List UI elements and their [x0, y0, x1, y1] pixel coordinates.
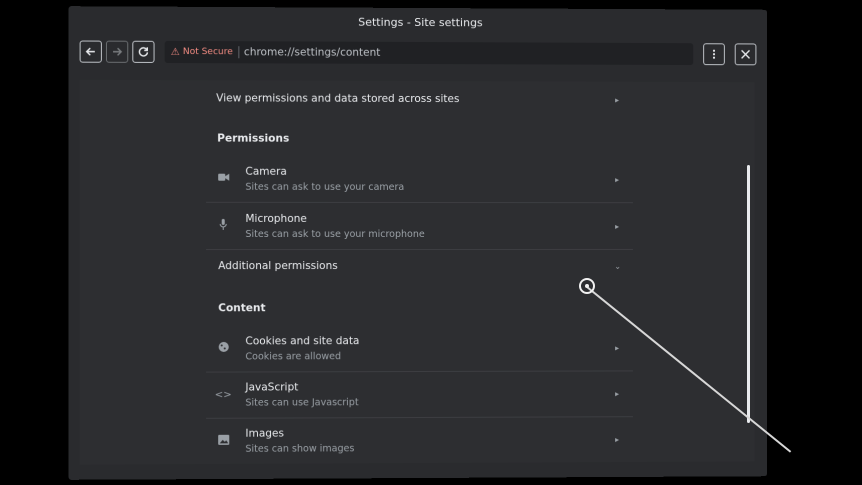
code-icon: <> [214, 389, 232, 400]
chevron-down-icon: ⌄ [614, 261, 621, 270]
image-icon [214, 434, 232, 447]
cookies-texts: Cookies and site data Cookies are allowe… [245, 335, 359, 362]
javascript-texts: JavaScript Sites can use Javascript [245, 381, 358, 408]
divider [206, 202, 633, 203]
microphone-title: Microphone [245, 212, 424, 224]
cookies-row[interactable]: Cookies and site data Cookies are allowe… [206, 328, 633, 369]
security-status[interactable]: Not Secure [183, 47, 233, 57]
javascript-row[interactable]: <> JavaScript Sites can use Javascript ▸ [206, 373, 633, 414]
microphone-texts: Microphone Sites can ask to use your mic… [245, 212, 424, 239]
divider [206, 370, 633, 372]
divider [206, 416, 633, 419]
divider [206, 249, 633, 250]
chevron-right-icon: ▸ [615, 222, 619, 231]
chevron-right-icon: ▸ [615, 389, 619, 398]
scrollbar[interactable] [747, 165, 750, 423]
url-text[interactable]: chrome://settings/content [244, 46, 380, 59]
cookies-subtitle: Cookies are allowed [245, 351, 359, 362]
window-title: Settings - Site settings [68, 6, 767, 39]
browser-toolbar: ⚠ Not Secure chrome://settings/content [68, 39, 767, 82]
back-button[interactable] [80, 41, 102, 63]
view-permissions-label: View permissions and data stored across … [216, 92, 459, 105]
camera-texts: Camera Sites can ask to use your camera [245, 165, 404, 192]
cookie-icon [214, 341, 232, 355]
camera-subtitle: Sites can ask to use your camera [245, 181, 404, 192]
images-subtitle: Sites can show images [245, 443, 354, 455]
arrow-right-icon [111, 46, 123, 58]
chevron-right-icon: ▸ [615, 343, 619, 352]
microphone-row[interactable]: Microphone Sites can ask to use your mic… [206, 206, 633, 246]
javascript-subtitle: Sites can use Javascript [245, 397, 358, 408]
browser-window: Settings - Site settings ⚠ Not Secure ch… [68, 6, 767, 480]
reload-button[interactable] [132, 41, 154, 63]
camera-row[interactable]: Camera Sites can ask to use your camera … [206, 159, 633, 200]
chevron-right-icon: ▸ [615, 95, 619, 104]
javascript-title: JavaScript [245, 381, 358, 393]
content-header: Content [218, 302, 265, 314]
microphone-subtitle: Sites can ask to use your microphone [245, 228, 424, 239]
divider [206, 462, 633, 465]
not-secure-icon: ⚠ [171, 46, 180, 57]
cookies-title: Cookies and site data [245, 335, 359, 347]
images-texts: Images Sites can show images [245, 427, 354, 455]
vr-pointer-cursor [579, 278, 595, 294]
microphone-icon [214, 219, 232, 233]
chevron-right-icon: ▸ [615, 435, 619, 444]
menu-button[interactable] [703, 43, 725, 65]
kebab-menu-icon [708, 48, 720, 60]
view-permissions-row[interactable]: View permissions and data stored across … [206, 87, 633, 110]
close-icon [740, 48, 752, 60]
omnibox-separator [238, 46, 239, 58]
forward-button[interactable] [106, 41, 128, 63]
additional-permissions-label: Additional permissions [218, 260, 338, 272]
permissions-header: Permissions [217, 133, 289, 145]
address-bar[interactable]: ⚠ Not Secure chrome://settings/content [165, 41, 694, 65]
camera-icon [214, 173, 232, 185]
close-button[interactable] [735, 43, 757, 65]
images-row[interactable]: Images Sites can show images ▸ [206, 419, 633, 461]
reload-icon [137, 46, 149, 58]
camera-title: Camera [245, 165, 404, 177]
chevron-right-icon: ▸ [615, 175, 619, 184]
additional-permissions-row[interactable]: Additional permissions ⌄ [206, 255, 633, 277]
arrow-left-icon [85, 46, 97, 58]
settings-content: View permissions and data stored across … [80, 80, 755, 465]
images-title: Images [245, 427, 354, 439]
